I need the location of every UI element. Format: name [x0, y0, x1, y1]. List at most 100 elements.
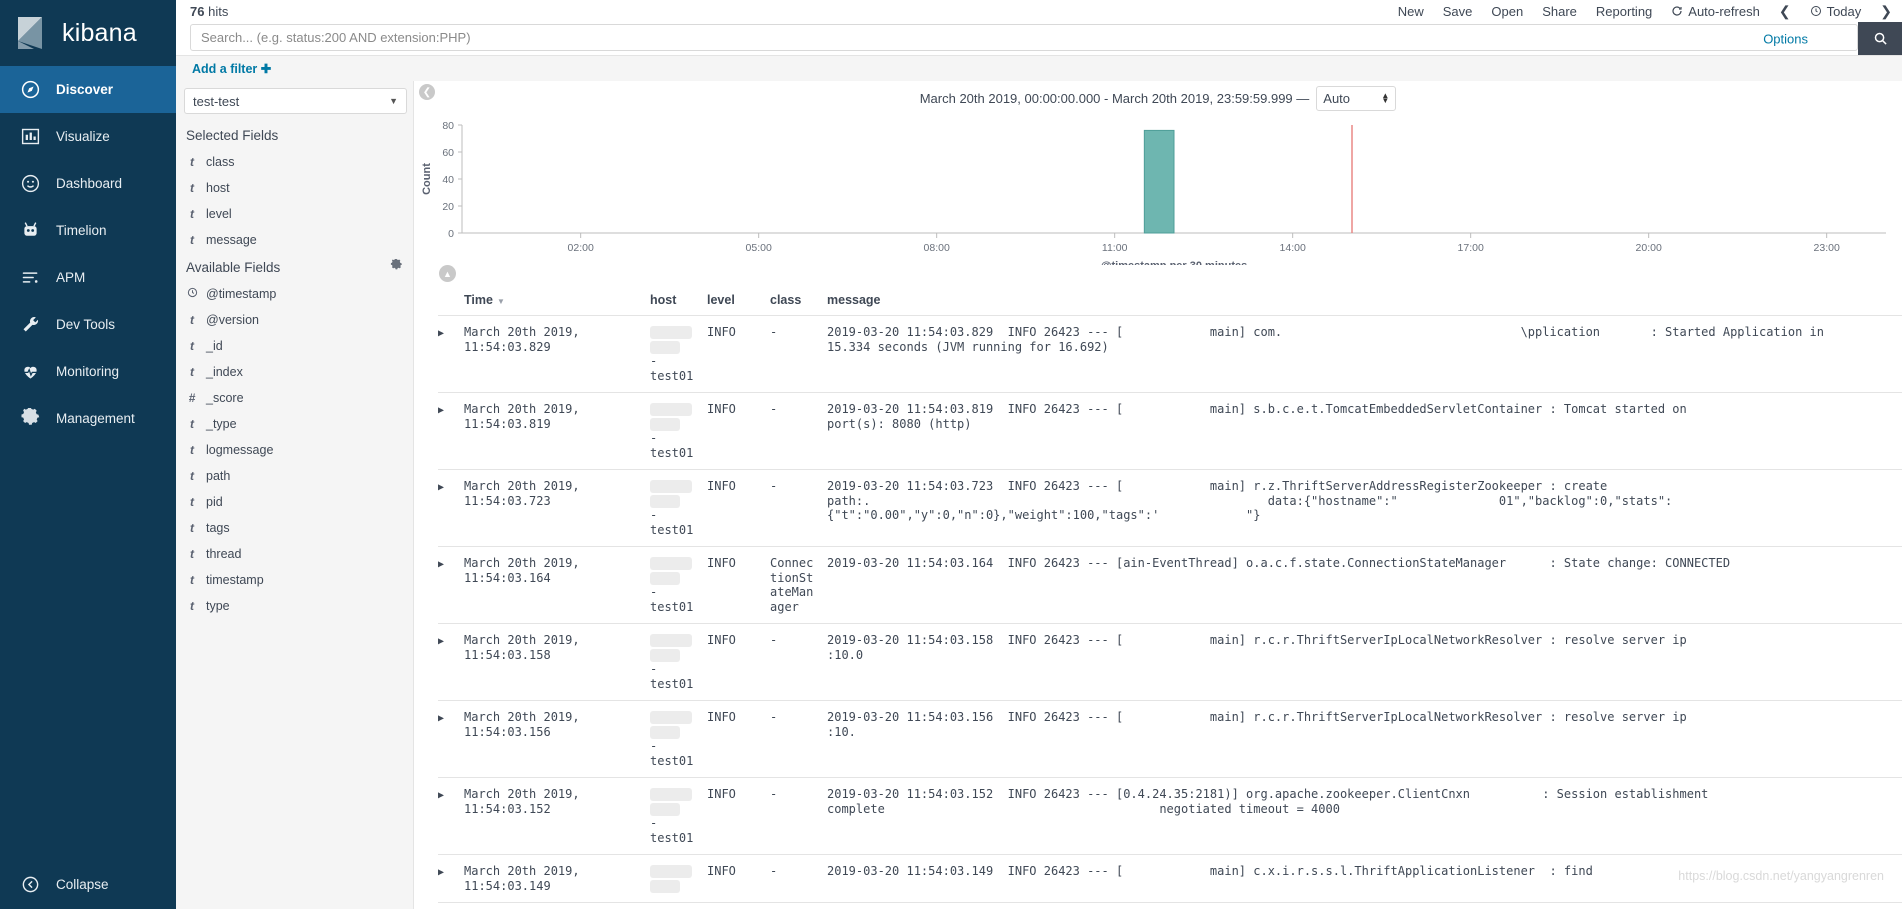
cell-time: March 20th 2019, 11:54:03.158 [464, 623, 650, 701]
main-region: 76 hits New Save Open Share Reporting Au… [176, 0, 1902, 909]
message-text: 2019-03-20 11:54:03.152 INFO 26423 --- [… [827, 787, 1709, 816]
nav-save[interactable]: Save [1443, 4, 1473, 19]
field-item-level[interactable]: t level [176, 201, 413, 227]
top-bar: 76 hits New Save Open Share Reporting Au… [176, 0, 1902, 22]
row-expand-button[interactable]: ▶ [438, 700, 464, 778]
index-pattern-select[interactable]: test-test ▼ [184, 88, 407, 114]
table-row[interactable]: ▶ March 20th 2019, 11:54:03.149 INFO -2019-… [438, 854, 1902, 903]
number-type-icon: # [188, 391, 196, 405]
caret-right-icon[interactable]: ▶ [438, 328, 444, 339]
col-class[interactable]: class [770, 287, 827, 316]
table-row[interactable]: ▶ March 20th 2019, 11:54:03.156 -test01 INF… [438, 700, 1902, 778]
cell-level: INFO [707, 315, 770, 393]
sidebar-item-label: APM [56, 270, 86, 285]
host-suffix: -test01 [650, 585, 694, 614]
cell-host: -test01 [650, 315, 707, 393]
field-item-pid[interactable]: t pid [176, 489, 413, 515]
string-type-icon: t [190, 547, 194, 561]
query-options-button[interactable]: Options [1763, 31, 1808, 46]
table-row[interactable]: ▶ March 20th 2019, 11:54:03.819 -test01 INF… [438, 392, 1902, 470]
string-type-icon: t [190, 469, 194, 483]
gear-icon[interactable] [390, 258, 403, 275]
nav-new[interactable]: New [1398, 4, 1424, 19]
documents-table-wrapper[interactable]: Time ▼ host level class message ▶ March 20… [414, 287, 1902, 909]
caret-right-icon[interactable]: ▶ [438, 713, 444, 724]
nav-open[interactable]: Open [1491, 4, 1523, 19]
redacted-host [650, 634, 692, 647]
table-row[interactable]: ▶ March 20th 2019, 11:54:03.158 -test01 INF… [438, 623, 1902, 701]
caret-down-icon[interactable]: ▼ [497, 297, 505, 306]
field-item-logmessage[interactable]: t logmessage [176, 437, 413, 463]
caret-right-icon[interactable]: ▶ [438, 405, 444, 416]
sidebar-item-label: Dev Tools [56, 317, 116, 332]
sidebar-item-label: Timelion [56, 223, 107, 238]
row-expand-button[interactable]: ▶ [438, 854, 464, 903]
sidebar-item-label: Management [56, 411, 135, 426]
col-message[interactable]: message [827, 287, 1902, 316]
col-host[interactable]: host [650, 287, 707, 316]
col-time[interactable]: Time ▼ [464, 287, 650, 316]
nav-auto-refresh[interactable]: Auto-refresh [1671, 4, 1760, 19]
field-item-score[interactable]: # _score [176, 385, 413, 411]
time-next-button[interactable]: ❯ [1880, 3, 1892, 20]
chart-collapse-row: ▲ [414, 265, 1902, 287]
field-item-index[interactable]: t _index [176, 359, 413, 385]
table-row[interactable]: ▶ March 20th 2019, 11:54:03.829 -test01 INF… [438, 315, 1902, 393]
field-item-timestamp-str[interactable]: t timestamp [176, 567, 413, 593]
interval-select[interactable]: Auto ▲ ▼ [1316, 85, 1397, 111]
dashboard-icon [18, 172, 42, 196]
field-item-path[interactable]: t path [176, 463, 413, 489]
field-item-class[interactable]: t class [176, 149, 413, 175]
wrench-icon [18, 313, 42, 337]
nav-share[interactable]: Share [1542, 4, 1577, 19]
sidebar-item-dev-tools[interactable]: Dev Tools [0, 301, 176, 348]
chevron-left-circle-icon[interactable]: ❮ [419, 84, 435, 100]
kibana-logo[interactable]: kibana [0, 0, 176, 66]
redacted-host [650, 340, 680, 354]
sidebar-collapse-button[interactable]: Collapse [0, 859, 176, 909]
row-expand-button[interactable]: ▶ [438, 315, 464, 393]
field-item-message[interactable]: t message [176, 227, 413, 253]
sidebar-item-apm[interactable]: APM [0, 254, 176, 301]
sidebar-item-timelion[interactable]: Timelion [0, 207, 176, 254]
sidebar-item-visualize[interactable]: Visualize [0, 113, 176, 160]
field-item-host[interactable]: t host [176, 175, 413, 201]
time-picker-button[interactable]: Today [1810, 4, 1861, 19]
svg-text:02:00: 02:00 [568, 242, 594, 254]
caret-right-icon[interactable]: ▶ [438, 559, 444, 570]
caret-right-icon[interactable]: ▶ [438, 867, 444, 878]
field-item-id[interactable]: t _id [176, 333, 413, 359]
caret-right-icon[interactable]: ▶ [438, 482, 444, 493]
row-expand-button[interactable]: ▶ [438, 546, 464, 624]
field-item-thread[interactable]: t thread [176, 541, 413, 567]
compass-icon [18, 78, 42, 102]
nav-reporting[interactable]: Reporting [1596, 4, 1652, 19]
col-level[interactable]: level [707, 287, 770, 316]
row-expand-button[interactable]: ▶ [438, 623, 464, 701]
table-row[interactable]: ▶ March 20th 2019, 11:54:03.164 -test01 INF… [438, 546, 1902, 624]
field-item-version[interactable]: t @version [176, 307, 413, 333]
caret-right-icon[interactable]: ▶ [438, 790, 444, 801]
sidebar-item-management[interactable]: Management [0, 395, 176, 442]
add-filter-button[interactable]: Add a filter ✚ [192, 61, 271, 76]
search-input[interactable] [190, 24, 1858, 51]
field-item-timestamp[interactable]: @timestamp [176, 281, 413, 307]
histogram-chart[interactable]: 0 20 40 60 80 Count 02:00 05:00 08:00 11:00 14:00 1… [414, 115, 1902, 265]
cell-message: 2019-03-20 11:54:03.829 INFO 26423 --- [… [827, 315, 1902, 393]
sidebar-item-monitoring[interactable]: Monitoring [0, 348, 176, 395]
row-expand-button[interactable]: ▶ [438, 469, 464, 547]
row-expand-button[interactable]: ▶ [438, 777, 464, 855]
caret-right-icon[interactable]: ▶ [438, 636, 444, 647]
histogram-svg: 0 20 40 60 80 Count 02:00 05:00 08:00 11:00 14:00 1… [421, 120, 1886, 265]
row-expand-button[interactable]: ▶ [438, 392, 464, 470]
field-item-type-meta[interactable]: t _type [176, 411, 413, 437]
field-item-tags[interactable]: t tags [176, 515, 413, 541]
chevron-up-circle-icon[interactable]: ▲ [439, 265, 456, 282]
search-submit-button[interactable] [1858, 22, 1902, 55]
sidebar-item-dashboard[interactable]: Dashboard [0, 160, 176, 207]
table-row[interactable]: ▶ March 20th 2019, 11:54:03.152 -test01 INF… [438, 777, 1902, 855]
table-row[interactable]: ▶ March 20th 2019, 11:54:03.723 -test01 INF… [438, 469, 1902, 547]
field-item-type[interactable]: t type [176, 593, 413, 619]
sidebar-item-discover[interactable]: Discover [0, 66, 176, 113]
time-prev-button[interactable]: ❮ [1779, 3, 1791, 20]
